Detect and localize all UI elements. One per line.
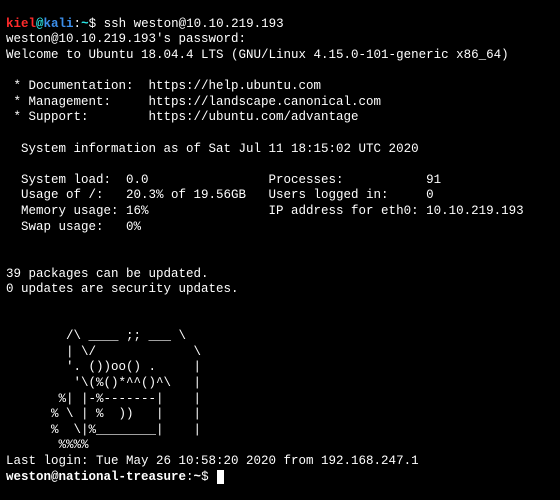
welcome-line: Welcome to Ubuntu 18.04.4 LTS (GNU/Linux… (6, 48, 509, 62)
remote-path: ~ (194, 470, 202, 484)
motd-art-5: %| |-%-------| | (6, 392, 201, 406)
sysinfo-header: System information as of Sat Jul 11 18:1… (6, 142, 419, 156)
sysinfo-line-3: Memory usage: 16% IP address for eth0: 1… (6, 204, 524, 218)
sysinfo-line-4: Swap usage: 0% (6, 220, 141, 234)
doc-link-line: * Documentation: https://help.ubuntu.com (6, 79, 321, 93)
password-prompt: weston@10.10.219.193's password: (6, 32, 246, 46)
remote-userhost: weston@national-treasure (6, 470, 186, 484)
prompt-at: @ (36, 17, 44, 31)
local-prompt: kiel@kali:~$ (6, 17, 104, 31)
remote-colon: : (186, 470, 194, 484)
prompt-user: kiel (6, 17, 36, 31)
typed-command: ssh weston@10.10.219.193 (104, 17, 284, 31)
remote-symbol: $ (201, 470, 216, 484)
terminal-output[interactable]: kiel@kali:~$ ssh weston@10.10.219.193 we… (0, 13, 560, 490)
remote-prompt: weston@national-treasure:~$ (6, 470, 216, 484)
prompt-host: kali (44, 17, 74, 31)
last-login-line: Last login: Tue May 26 10:58:20 2020 fro… (6, 454, 419, 468)
motd-art-4: '\(%()*^^()^\ | (6, 376, 201, 390)
sysinfo-line-1: System load: 0.0 Processes: 91 (6, 173, 441, 187)
motd-art-7: % \|%________| | (6, 423, 201, 437)
prompt-symbol: $ (89, 17, 104, 31)
motd-art-8: %%%% (6, 438, 89, 452)
management-link-line: * Management: https://landscape.canonica… (6, 95, 381, 109)
sysinfo-line-2: Usage of /: 20.3% of 19.56GB Users logge… (6, 188, 434, 202)
updates-line-1: 39 packages can be updated. (6, 267, 209, 281)
prompt-path: ~ (81, 17, 89, 31)
motd-art-2: | \/ \ (6, 345, 201, 359)
motd-art-6: % \ | % )) | | (6, 407, 201, 421)
prompt-colon: : (74, 17, 82, 31)
updates-line-2: 0 updates are security updates. (6, 282, 239, 296)
cursor-block (217, 470, 224, 484)
motd-art-3: '. ())oo() . | (6, 360, 201, 374)
support-link-line: * Support: https://ubuntu.com/advantage (6, 110, 359, 124)
motd-art-1: /\ ____ ;; ___ \ (6, 329, 186, 343)
